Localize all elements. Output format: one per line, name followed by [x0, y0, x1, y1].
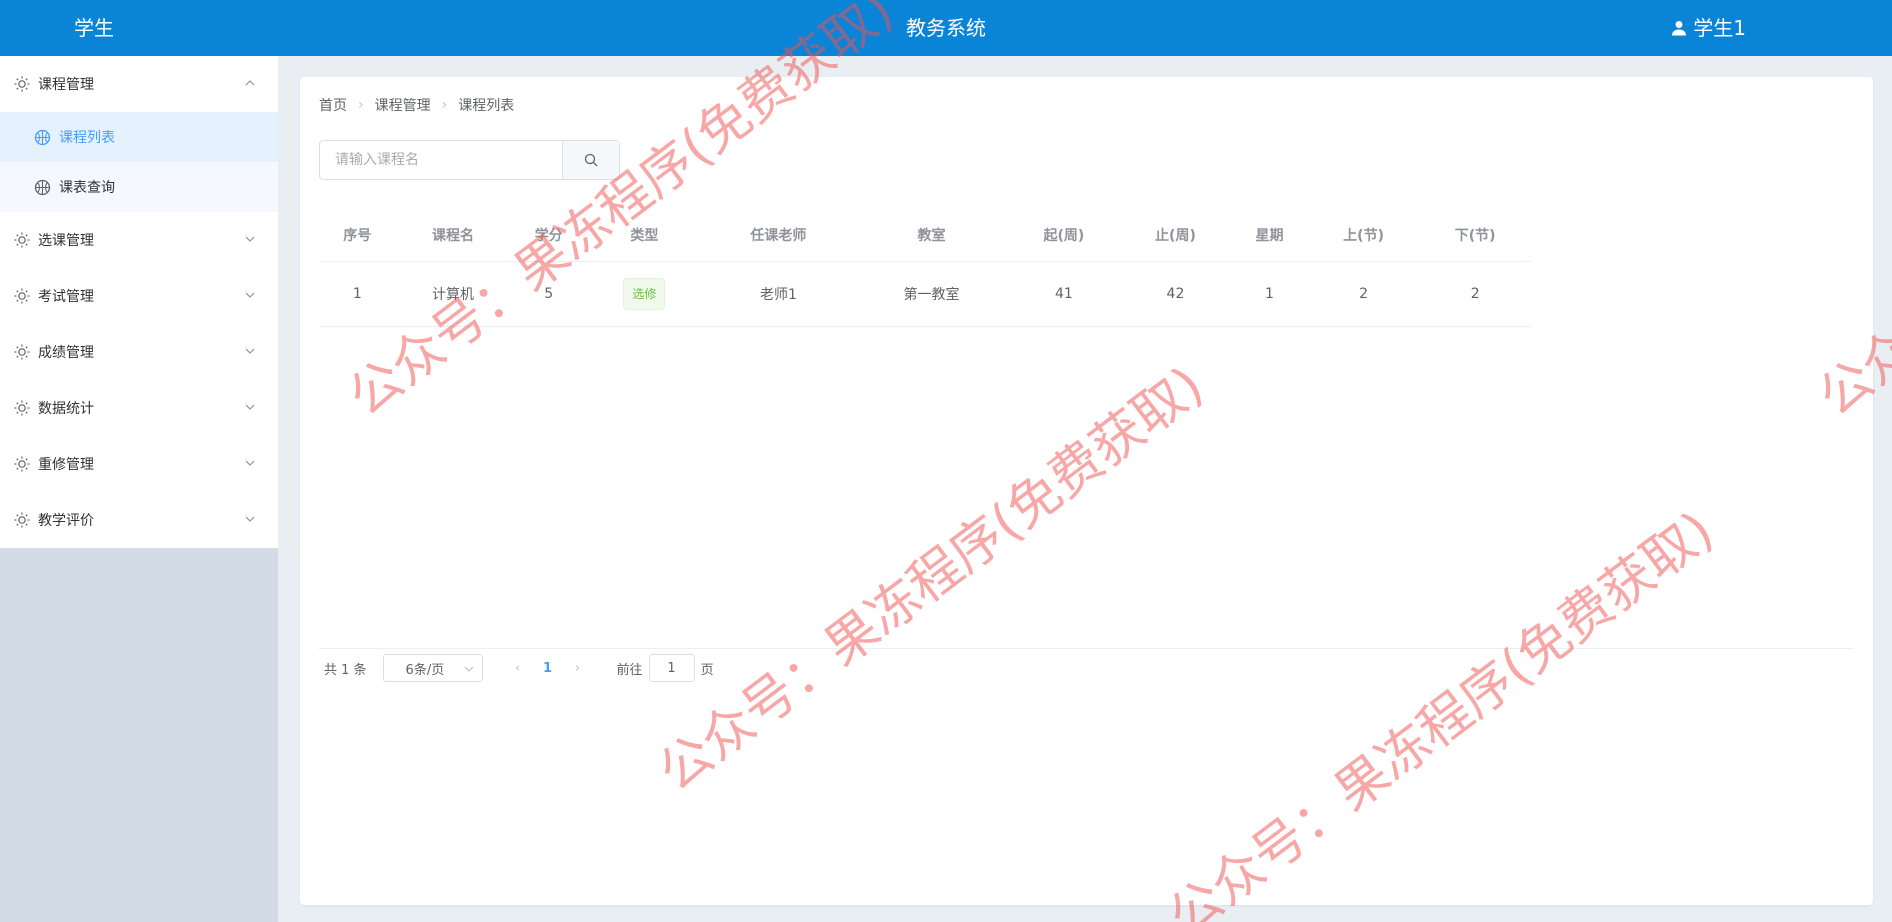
sun-icon	[14, 344, 30, 360]
user-menu[interactable]: 学生1	[1671, 0, 1746, 56]
sidebar-item-label: 选课管理	[38, 233, 94, 249]
pagination-total: 共 1 条	[324, 662, 367, 678]
column-header: 任课老师	[701, 210, 855, 262]
sidebar-item-label: 成绩管理	[38, 345, 94, 361]
chevron-down-icon	[245, 292, 255, 298]
sun-icon	[14, 456, 30, 472]
chevron-down-icon	[245, 348, 255, 354]
column-header: 星期	[1231, 210, 1308, 262]
sidebar-item-label: 重修管理	[38, 457, 94, 473]
column-header: 课程名	[395, 210, 511, 262]
chevron-down-icon	[245, 516, 255, 522]
submenu-course-management: 课程列表 课表查询	[0, 112, 278, 212]
column-header: 起(周)	[1008, 210, 1120, 262]
sidebar-item-retake-management[interactable]: 重修管理	[0, 436, 278, 492]
sidebar-item-course-list[interactable]: 课程列表	[0, 112, 278, 162]
type-tag: 选修	[623, 277, 666, 310]
sun-icon	[14, 512, 30, 528]
sidebar-item-label: 数据统计	[38, 401, 94, 417]
chevron-down-icon	[464, 666, 473, 672]
sidebar-item-timetable-query[interactable]: 课表查询	[0, 162, 278, 212]
cell-end-period: 2	[1419, 261, 1531, 327]
sun-icon	[14, 232, 30, 248]
chevron-down-icon	[245, 460, 255, 466]
sidebar-item-data-statistics[interactable]: 数据统计	[0, 380, 278, 436]
chevron-down-icon	[245, 236, 255, 242]
pagination-divider	[319, 648, 1854, 649]
sun-icon	[14, 400, 30, 416]
goto-page-input[interactable]	[648, 654, 695, 682]
user-icon	[1672, 21, 1687, 36]
column-header: 教室	[854, 210, 1009, 262]
cell-credit: 5	[510, 261, 587, 327]
goto-label: 前往	[616, 662, 643, 678]
course-table: 序号 课程名 学分 类型 任课老师 教室 起(周) 止(周) 星期 上(节) 下…	[319, 210, 1531, 327]
sidebar-item-label: 课程列表	[59, 130, 115, 146]
column-header: 上(节)	[1307, 210, 1420, 262]
page-size-select[interactable]: 6条/页	[382, 654, 483, 682]
page-number[interactable]: 1	[533, 661, 563, 676]
top-header: 学生 教务系统 学生1	[0, 0, 1892, 56]
cell-end-week: 42	[1119, 261, 1232, 327]
cell-weekday: 1	[1231, 261, 1308, 327]
page-size-value: 6条/页	[405, 662, 445, 678]
sidebar-item-grade-management[interactable]: 成绩管理	[0, 324, 278, 380]
sun-icon	[14, 288, 30, 304]
column-header: 学分	[510, 210, 587, 262]
course-search	[319, 140, 620, 180]
main-card: 首页 › 课程管理 › 课程列表 序号 课程名 学分 类型 任课老师 教室 起(…	[300, 77, 1873, 905]
course-search-input[interactable]	[320, 141, 562, 179]
breadcrumb-course-management[interactable]: 课程管理	[375, 95, 431, 115]
sidebar-item-label: 课程管理	[38, 77, 94, 93]
prev-page-button[interactable]: ‹	[503, 661, 533, 676]
table-header-row: 序号 课程名 学分 类型 任课老师 教室 起(周) 止(周) 星期 上(节) 下…	[319, 210, 1531, 262]
sidebar-item-course-selection[interactable]: 选课管理	[0, 212, 278, 268]
column-header: 下(节)	[1419, 210, 1531, 262]
basketball-icon	[34, 129, 51, 145]
user-name: 学生1	[1693, 16, 1746, 40]
sidebar-item-label: 课表查询	[59, 180, 115, 196]
column-header: 止(周)	[1119, 210, 1232, 262]
cell-start-week: 41	[1008, 261, 1120, 327]
chevron-right-icon: ›	[441, 97, 448, 113]
column-header: 序号	[319, 210, 396, 262]
sidebar-item-teaching-evaluation[interactable]: 教学评价	[0, 492, 278, 548]
cell-start-period: 2	[1307, 261, 1420, 327]
next-page-button[interactable]: ›	[563, 661, 593, 676]
chevron-up-icon	[245, 80, 255, 86]
chevron-right-icon: ›	[358, 97, 364, 113]
sidebar: 课程管理 课程列表 课表查询 选课管理 考试管理 成绩管理 数据统计 重修管理 …	[0, 56, 278, 922]
chevron-down-icon	[245, 404, 255, 410]
table-row: 1 计算机 5 选修 老师1 第一教室 41 42 1 2 2	[319, 261, 1531, 327]
column-header: 类型	[586, 210, 702, 262]
cell-course-name: 计算机	[395, 261, 511, 327]
sidebar-item-exam-management[interactable]: 考试管理	[0, 268, 278, 324]
sidebar-menu: 课程管理 课程列表 课表查询 选课管理 考试管理 成绩管理 数据统计 重修管理 …	[0, 56, 278, 548]
page-suffix: 页	[700, 662, 714, 678]
search-icon	[584, 153, 598, 167]
breadcrumb-course-list: 课程列表	[458, 98, 515, 114]
breadcrumb: 首页 › 课程管理 › 课程列表	[319, 95, 514, 115]
pagination: 共 1 条 6条/页 ‹ 1 › 前往 页	[324, 652, 714, 684]
cell-teacher: 老师1	[701, 261, 855, 327]
app-title: 教务系统	[906, 16, 986, 40]
sidebar-item-course-management[interactable]: 课程管理	[0, 56, 278, 112]
sun-icon	[14, 76, 30, 92]
breadcrumb-home[interactable]: 首页	[319, 95, 347, 115]
sidebar-item-label: 考试管理	[38, 289, 94, 305]
search-button[interactable]	[562, 141, 619, 179]
basketball-icon	[34, 179, 51, 195]
cell-index: 1	[319, 261, 396, 327]
sidebar-item-label: 教学评价	[38, 513, 94, 529]
cell-type: 选修	[586, 261, 702, 327]
cell-classroom: 第一教室	[854, 261, 1009, 327]
